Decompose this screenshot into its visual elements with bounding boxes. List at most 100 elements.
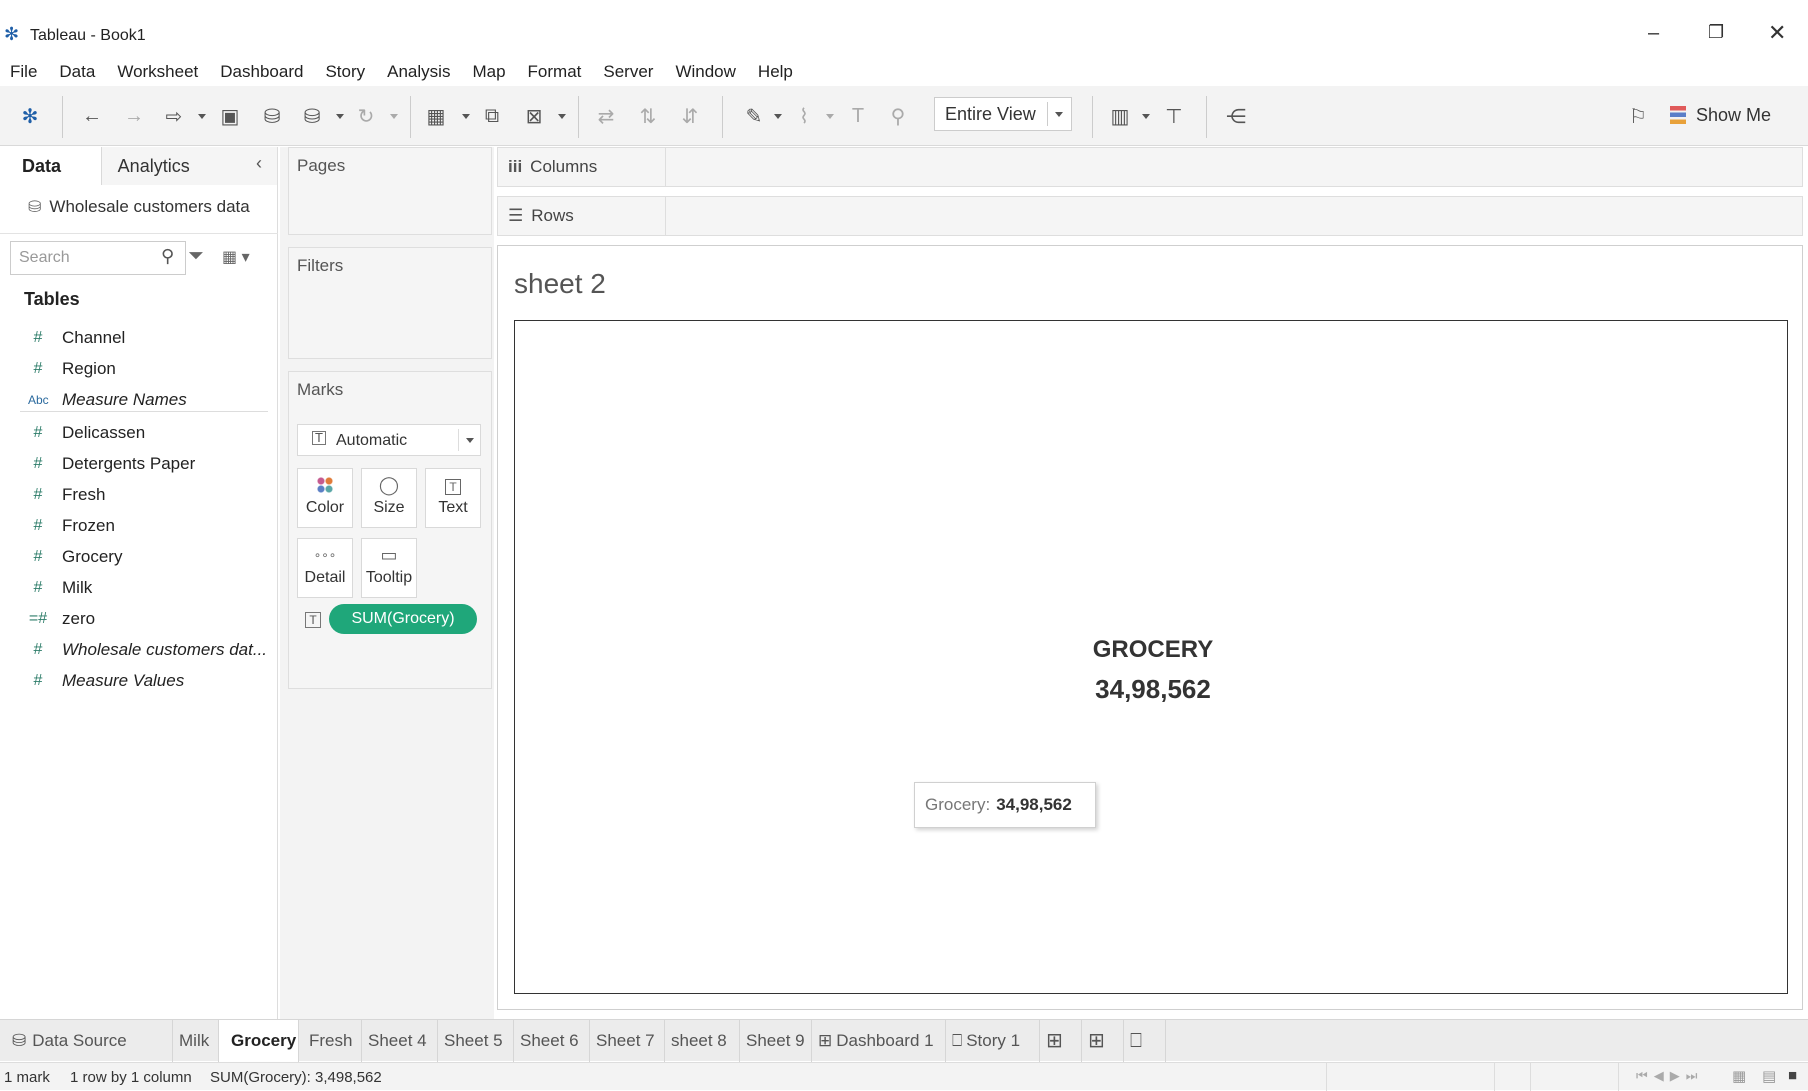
replay-icon[interactable]: ⇨ (160, 102, 188, 130)
clear-sheet-icon[interactable]: ⊠ (520, 102, 548, 130)
field-item[interactable]: # Grocery (0, 542, 270, 572)
field-item[interactable]: # Frozen (0, 511, 270, 541)
show-cards-icon[interactable]: ▥ (1106, 102, 1134, 130)
tab-sheet-5[interactable]: Sheet 5 (438, 1020, 514, 1062)
sort-descending-icon[interactable]: ⇵ (676, 102, 704, 130)
group-icon[interactable]: ⌇ (790, 102, 818, 130)
labels-icon[interactable]: T (844, 102, 872, 130)
detail-button[interactable]: ∘∘∘ Detail (297, 538, 353, 598)
clear-dropdown-icon[interactable] (558, 114, 566, 119)
tab-sheet-9[interactable]: Sheet 9 (740, 1020, 812, 1062)
menu-window[interactable]: Window (675, 62, 735, 82)
new-worksheet-dropdown-icon[interactable] (462, 114, 470, 119)
tab-sheet-8[interactable]: sheet 8 (665, 1020, 740, 1062)
view-options-icon[interactable]: ▦ ▾ (222, 247, 250, 267)
menu-map[interactable]: Map (472, 62, 505, 82)
replay-dropdown-icon[interactable] (198, 114, 206, 119)
show-me-button[interactable]: Show Me (1670, 100, 1771, 130)
tab-fresh[interactable]: Fresh (299, 1020, 362, 1062)
status-sep (1618, 1063, 1619, 1091)
tab-story-1[interactable]: ⎕ Story 1 (946, 1020, 1040, 1062)
refresh-dropdown-icon[interactable] (390, 114, 398, 119)
color-button[interactable]: Color (297, 468, 353, 528)
tab-milk[interactable]: Milk (173, 1020, 219, 1062)
menu-help[interactable]: Help (758, 62, 793, 82)
tableau-home-icon[interactable]: ✻ (16, 102, 44, 130)
mark-type-select[interactable]: T Automatic (297, 424, 481, 456)
swap-icon[interactable]: ⇄ (592, 102, 620, 130)
filmstrip-icon[interactable]: ▤ (1762, 1067, 1776, 1085)
fit-dropdown-icon (1055, 112, 1063, 117)
fix-axes-icon[interactable]: ⚲ (884, 102, 912, 130)
number-type-icon: # (33, 424, 43, 441)
menu-story[interactable]: Story (325, 62, 365, 82)
toolbar-divider (1206, 96, 1207, 138)
tab-navigation-icons[interactable]: ⏮◀▶⏭ (1636, 1068, 1703, 1084)
field-item[interactable]: =# zero (0, 604, 270, 634)
field-name: Milk (62, 578, 93, 597)
columns-shelf[interactable]: iii Columns (497, 147, 1803, 187)
tab-data-source[interactable]: ⛁ Data Source (0, 1020, 173, 1062)
menu-dashboard[interactable]: Dashboard (220, 62, 303, 82)
pause-updates-icon[interactable]: ⛁ (298, 102, 326, 130)
redo-icon[interactable]: → (120, 102, 148, 130)
size-button[interactable]: ◯ Size (361, 468, 417, 528)
new-dashboard-tab-button[interactable]: ⊞ (1082, 1020, 1124, 1062)
show-cards-dropdown-icon[interactable] (1142, 114, 1150, 119)
highlight-dropdown-icon[interactable] (774, 114, 782, 119)
search-box[interactable]: Search ⚲ (10, 241, 186, 275)
tab-data[interactable]: Data (0, 147, 102, 185)
menu-analysis[interactable]: Analysis (387, 62, 450, 82)
datasource-item[interactable]: ⛁ Wholesale customers data (28, 193, 250, 221)
sheet-sorter-icon[interactable]: ▦ (1732, 1067, 1746, 1085)
menu-server[interactable]: Server (603, 62, 653, 82)
menu-data[interactable]: Data (59, 62, 95, 82)
field-item[interactable]: # Region (0, 354, 270, 384)
field-item[interactable]: # Measure Values (0, 666, 270, 696)
save-icon[interactable]: ▣ (216, 102, 244, 130)
highlight-icon[interactable]: ✎ (740, 102, 768, 130)
rows-shelf[interactable]: ☰ Rows (497, 196, 1803, 236)
field-item[interactable]: # Milk (0, 573, 270, 603)
menu-worksheet[interactable]: Worksheet (117, 62, 198, 82)
pages-card[interactable]: Pages (288, 147, 492, 235)
tabs-view-icon[interactable]: ■ (1788, 1067, 1797, 1084)
tooltip-button[interactable]: ▭ Tooltip (361, 538, 417, 598)
menu-file[interactable]: File (10, 62, 37, 82)
menu-format[interactable]: Format (528, 62, 582, 82)
undo-icon[interactable]: ← (78, 102, 106, 130)
sum-grocery-pill[interactable]: SUM(Grocery) (329, 604, 477, 634)
tab-sheet-4[interactable]: Sheet 4 (362, 1020, 438, 1062)
filter-fields-icon[interactable]: ⏷ (188, 245, 204, 268)
tab-analytics[interactable]: Analytics (101, 147, 277, 185)
format-painter-icon[interactable]: ⚐ (1624, 102, 1652, 130)
rows-icon: ☰ (508, 206, 524, 225)
tab-dashboard-1[interactable]: ⊞ Dashboard 1 (812, 1020, 946, 1062)
new-worksheet-tab-button[interactable]: ⊞ (1040, 1020, 1082, 1062)
presentation-mode-icon[interactable]: ⊤ (1160, 102, 1188, 130)
tab-grocery[interactable]: Grocery (219, 1020, 299, 1063)
new-worksheet-icon[interactable]: ▦ (422, 102, 450, 130)
field-item[interactable]: # Fresh (0, 480, 270, 510)
field-item[interactable]: # Delicassen (0, 418, 270, 448)
tab-sheet-7[interactable]: Sheet 7 (590, 1020, 665, 1062)
field-item[interactable]: # Wholesale customers dat... (0, 635, 270, 665)
restore-button[interactable]: ❐ (1708, 22, 1724, 43)
minimize-button[interactable]: – (1648, 22, 1659, 45)
collapse-pane-icon[interactable]: ‹ (256, 153, 262, 174)
group-dropdown-icon[interactable] (826, 114, 834, 119)
new-story-tab-button[interactable]: ⎕ (1124, 1020, 1166, 1062)
new-datasource-icon[interactable]: ⛁ (258, 102, 286, 130)
close-button[interactable]: ✕ (1768, 20, 1786, 46)
sort-ascending-icon[interactable]: ⇅ (634, 102, 662, 130)
field-item[interactable]: # Channel (0, 323, 270, 353)
filters-card[interactable]: Filters (288, 247, 492, 359)
pause-dropdown-icon[interactable] (336, 114, 344, 119)
refresh-icon[interactable]: ↻ (352, 102, 380, 130)
tab-sheet-6[interactable]: Sheet 6 (514, 1020, 590, 1062)
text-button[interactable]: T Text (425, 468, 481, 528)
field-item[interactable]: # Detergents Paper (0, 449, 270, 479)
share-icon[interactable]: ⋲ (1222, 102, 1250, 130)
fit-select[interactable]: Entire View (934, 97, 1072, 131)
duplicate-sheet-icon[interactable]: ⧉ (478, 102, 506, 130)
